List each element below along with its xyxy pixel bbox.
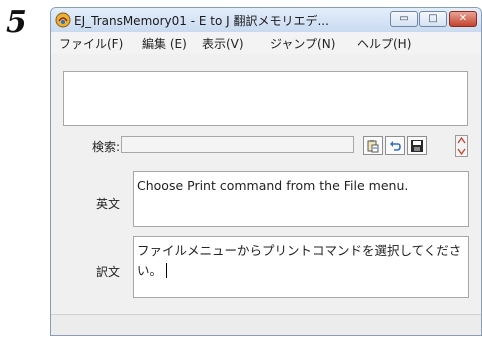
menu-edit[interactable]: 編集 (E) bbox=[142, 35, 187, 52]
close-button[interactable]: ✕ bbox=[449, 11, 477, 27]
english-text: Choose Print command from the File menu. bbox=[137, 178, 409, 193]
maximize-icon: □ bbox=[428, 13, 438, 24]
record-scroll[interactable] bbox=[455, 135, 468, 157]
paste-button[interactable] bbox=[363, 136, 383, 155]
status-bar bbox=[51, 314, 481, 335]
close-icon: ✕ bbox=[458, 13, 468, 24]
maximize-button[interactable]: □ bbox=[419, 11, 447, 27]
minimize-button[interactable]: ▭ bbox=[390, 11, 418, 27]
search-input[interactable] bbox=[121, 136, 354, 153]
japanese-label: 訳文 bbox=[96, 265, 121, 279]
paste-icon bbox=[367, 140, 379, 153]
app-icon bbox=[55, 12, 71, 28]
undo-button[interactable] bbox=[385, 136, 405, 155]
save-icon bbox=[411, 140, 423, 152]
scroll-up-icon[interactable] bbox=[456, 136, 467, 145]
japanese-text: ファイルメニューからプリントコマンドを選択してください。 bbox=[137, 243, 462, 278]
window-title: EJ_TransMemory01 - E to J 翻訳メモリエデ... bbox=[74, 14, 329, 28]
menu-help[interactable]: ヘルプ(H) bbox=[357, 35, 411, 52]
app-window: EJ_TransMemory01 - E to J 翻訳メモリエデ... ▭ □… bbox=[50, 7, 482, 336]
save-button[interactable] bbox=[407, 136, 427, 155]
undo-icon bbox=[390, 141, 401, 151]
menu-jump[interactable]: ジャンプ(N) bbox=[270, 35, 335, 52]
english-text-field[interactable]: Choose Print command from the File menu. bbox=[133, 171, 469, 227]
menu-file[interactable]: ファイル(F) bbox=[59, 35, 123, 52]
notes-area[interactable] bbox=[63, 71, 468, 126]
japanese-text-field[interactable]: ファイルメニューからプリントコマンドを選択してください。 bbox=[133, 236, 469, 298]
english-label: 英文 bbox=[96, 197, 121, 211]
menu-bar: ファイル(F) 編集 (E) 表示(V) ジャンプ(N) ヘルプ(H) bbox=[51, 32, 481, 54]
step-number: 5 bbox=[6, 5, 27, 40]
scroll-down-icon[interactable] bbox=[456, 147, 467, 156]
search-label: 検索: bbox=[92, 140, 121, 154]
title-bar[interactable]: EJ_TransMemory01 - E to J 翻訳メモリエデ... ▭ □… bbox=[51, 8, 481, 32]
text-caret bbox=[166, 263, 168, 278]
menu-view[interactable]: 表示(V) bbox=[202, 35, 244, 52]
minimize-icon: ▭ bbox=[399, 13, 409, 24]
